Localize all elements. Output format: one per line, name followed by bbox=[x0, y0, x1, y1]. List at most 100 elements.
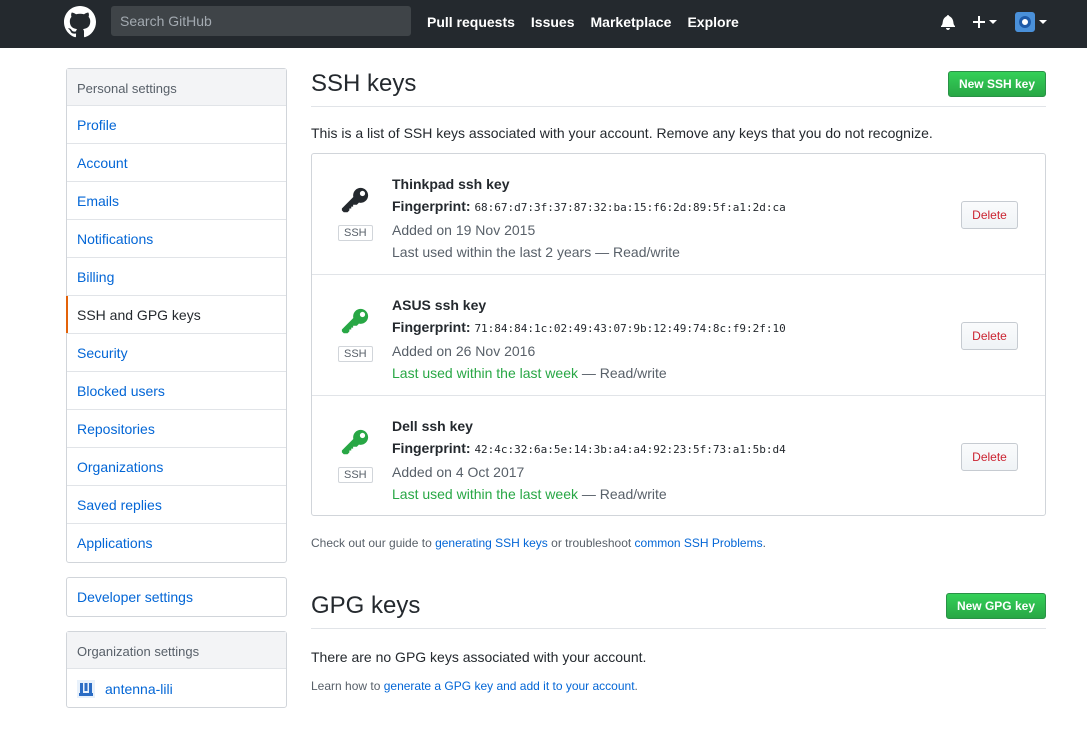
ssh-key-access: — Read/write bbox=[578, 365, 667, 381]
gpg-keys-description: There are no GPG keys associated with yo… bbox=[311, 649, 647, 665]
fingerprint-value: 71:84:84:1c:02:49:43:07:9b:12:49:74:8c:f… bbox=[474, 322, 786, 335]
ssh-type-label: SSH bbox=[338, 225, 373, 241]
ssh-key-access: — Read/write bbox=[578, 486, 667, 502]
ssh-key-fingerprint: Fingerprint: 71:84:84:1c:02:49:43:07:9b:… bbox=[392, 316, 786, 340]
ssh-keys-description: This is a list of SSH keys associated wi… bbox=[311, 125, 933, 141]
organization-settings-menu: Organization settings antenna-lili bbox=[66, 631, 287, 708]
sidebar-item-emails[interactable]: Emails bbox=[67, 182, 286, 220]
ssh-key-usage: Last used within the last week — Read/wr… bbox=[392, 483, 786, 505]
ssh-key-usage: Last used within the last week — Read/wr… bbox=[392, 362, 786, 384]
organization-settings-heading: Organization settings bbox=[67, 632, 286, 669]
ssh-help-suffix: . bbox=[762, 536, 766, 550]
org-name: antenna-lili bbox=[105, 681, 173, 697]
github-logo-icon[interactable] bbox=[64, 6, 96, 38]
common-ssh-problems-link[interactable]: common SSH Problems bbox=[635, 536, 763, 550]
nav-explore[interactable]: Explore bbox=[687, 14, 738, 30]
gpg-help-text: Learn how to generate a GPG key and add … bbox=[311, 679, 1046, 693]
ssh-key-fingerprint: Fingerprint: 42:4c:32:6a:5e:14:3b:a4:a4:… bbox=[392, 437, 786, 461]
ssh-help-text: Check out our guide to generating SSH ke… bbox=[311, 536, 1046, 550]
sidebar-item-ssh-gpg-keys[interactable]: SSH and GPG keys bbox=[66, 296, 286, 334]
ssh-keys-title: SSH keys bbox=[311, 70, 417, 97]
key-icon bbox=[341, 187, 369, 213]
sidebar-item-org-antenna-lili[interactable]: antenna-lili bbox=[67, 669, 286, 707]
ssh-key-title: Thinkpad ssh key bbox=[392, 176, 510, 192]
ssh-key-badge: SSH bbox=[338, 307, 373, 362]
gpg-help-suffix: . bbox=[634, 679, 638, 693]
chevron-down-icon bbox=[1039, 20, 1047, 24]
ssh-key-last-used: Last used within the last 2 years bbox=[392, 244, 592, 260]
ssh-key-added: Added on 26 Nov 2016 bbox=[392, 343, 536, 359]
ssh-key-row: SSH Dell ssh key Fingerprint: 42:4c:32:6… bbox=[312, 396, 1045, 515]
gpg-keys-subhead: GPG keys New GPG key bbox=[311, 592, 1046, 629]
sidebar-item-organizations[interactable]: Organizations bbox=[67, 448, 286, 486]
create-new-dropdown[interactable] bbox=[973, 14, 997, 30]
avatar bbox=[1015, 12, 1035, 32]
new-ssh-key-button[interactable]: New SSH key bbox=[947, 71, 1046, 97]
sidebar-item-developer-settings[interactable]: Developer settings bbox=[67, 578, 286, 616]
ssh-key-title: ASUS ssh key bbox=[392, 297, 487, 313]
ssh-key-last-used: Last used within the last week bbox=[392, 486, 578, 502]
personal-settings-heading: Personal settings bbox=[67, 69, 286, 106]
organization-avatar-icon bbox=[77, 680, 95, 698]
gpg-keys-section: GPG keys New GPG key There are no GPG ke… bbox=[311, 592, 1046, 693]
generating-ssh-keys-link[interactable]: generating SSH keys bbox=[435, 536, 548, 550]
ssh-keys-subhead: SSH keys New SSH key bbox=[311, 70, 1046, 107]
nav-issues[interactable]: Issues bbox=[531, 14, 575, 30]
fingerprint-label: Fingerprint: bbox=[392, 440, 471, 456]
ssh-key-info: Dell ssh key Fingerprint: 42:4c:32:6a:5e… bbox=[392, 415, 786, 505]
sidebar-item-applications[interactable]: Applications bbox=[67, 524, 286, 562]
fingerprint-value: 68:67:d7:3f:37:87:32:ba:15:f6:2d:89:5f:a… bbox=[474, 201, 786, 214]
developer-settings-menu: Developer settings bbox=[66, 577, 287, 617]
fingerprint-value: 42:4c:32:6a:5e:14:3b:a4:a4:92:23:5f:73:a… bbox=[474, 443, 786, 456]
ssh-key-row: SSH ASUS ssh key Fingerprint: 71:84:84:1… bbox=[312, 275, 1045, 396]
chevron-down-icon bbox=[989, 20, 997, 24]
sidebar-item-saved-replies[interactable]: Saved replies bbox=[67, 486, 286, 524]
sidebar-item-profile[interactable]: Profile bbox=[67, 106, 286, 144]
ssh-key-badge: SSH bbox=[338, 428, 373, 483]
ssh-key-fingerprint: Fingerprint: 68:67:d7:3f:37:87:32:ba:15:… bbox=[392, 195, 786, 219]
gpg-help-prefix: Learn how to bbox=[311, 679, 384, 693]
sidebar-item-blocked-users[interactable]: Blocked users bbox=[67, 372, 286, 410]
notifications-bell-icon[interactable] bbox=[941, 14, 955, 30]
ssh-key-title: Dell ssh key bbox=[392, 418, 473, 434]
new-gpg-key-button[interactable]: New GPG key bbox=[945, 593, 1046, 619]
ssh-key-last-used: Last used within the last week bbox=[392, 365, 578, 381]
ssh-key-usage: Last used within the last 2 years — Read… bbox=[392, 241, 786, 263]
search-input[interactable] bbox=[111, 6, 411, 36]
ssh-key-added: Added on 19 Nov 2015 bbox=[392, 222, 536, 238]
fingerprint-label: Fingerprint: bbox=[392, 319, 471, 335]
gpg-keys-title: GPG keys bbox=[311, 592, 421, 619]
ssh-key-access: — Read/write bbox=[591, 244, 680, 260]
sidebar-item-repositories[interactable]: Repositories bbox=[67, 410, 286, 448]
sidebar-item-account[interactable]: Account bbox=[67, 144, 286, 182]
ssh-key-added: Added on 4 Oct 2017 bbox=[392, 464, 525, 480]
delete-ssh-key-button[interactable]: Delete bbox=[961, 443, 1018, 471]
ssh-help-middle: or troubleshoot bbox=[547, 536, 635, 550]
fingerprint-label: Fingerprint: bbox=[392, 198, 471, 214]
key-icon bbox=[341, 429, 369, 455]
nav-pull-requests[interactable]: Pull requests bbox=[427, 14, 515, 30]
key-icon bbox=[341, 308, 369, 334]
plus-icon bbox=[973, 16, 985, 28]
ssh-key-info: ASUS ssh key Fingerprint: 71:84:84:1c:02… bbox=[392, 294, 786, 384]
header-nav: Pull requests Issues Marketplace Explore bbox=[427, 14, 755, 30]
ssh-type-label: SSH bbox=[338, 346, 373, 362]
global-header: Pull requests Issues Marketplace Explore bbox=[0, 0, 1087, 48]
sidebar-item-notifications[interactable]: Notifications bbox=[67, 220, 286, 258]
delete-ssh-key-button[interactable]: Delete bbox=[961, 322, 1018, 350]
generate-gpg-key-link[interactable]: generate a GPG key and add it to your ac… bbox=[384, 679, 635, 693]
header-actions bbox=[941, 12, 1047, 32]
main-content: SSH keys New SSH key This is a list of S… bbox=[311, 70, 1046, 705]
ssh-keys-list: SSH Thinkpad ssh key Fingerprint: 68:67:… bbox=[311, 153, 1046, 516]
ssh-key-badge: SSH bbox=[338, 186, 373, 241]
ssh-help-prefix: Check out our guide to bbox=[311, 536, 436, 550]
ssh-type-label: SSH bbox=[338, 467, 373, 483]
delete-ssh-key-button[interactable]: Delete bbox=[961, 201, 1018, 229]
ssh-key-row: SSH Thinkpad ssh key Fingerprint: 68:67:… bbox=[312, 154, 1045, 275]
personal-settings-menu: Personal settings Profile Account Emails… bbox=[66, 68, 287, 563]
sidebar-item-billing[interactable]: Billing bbox=[67, 258, 286, 296]
ssh-key-info: Thinkpad ssh key Fingerprint: 68:67:d7:3… bbox=[392, 173, 786, 263]
user-menu-dropdown[interactable] bbox=[1015, 12, 1047, 32]
sidebar-item-security[interactable]: Security bbox=[67, 334, 286, 372]
nav-marketplace[interactable]: Marketplace bbox=[591, 14, 672, 30]
